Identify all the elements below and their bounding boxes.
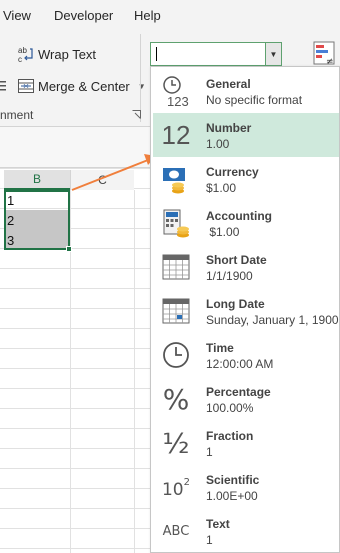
tab-view[interactable]: View — [3, 8, 31, 23]
format-name: General — [206, 77, 251, 91]
fraction-glyph: ½ — [162, 426, 190, 460]
clock-icon — [161, 339, 191, 371]
fill-handle[interactable] — [66, 246, 72, 252]
format-currency[interactable]: Currency $1.00 — [153, 157, 339, 201]
svg-text:ab: ab — [18, 46, 27, 55]
selection-range — [4, 190, 70, 250]
alignment-group-label: nment — [0, 108, 34, 122]
ribbon-group-divider — [140, 34, 141, 122]
tab-help[interactable]: Help — [134, 8, 161, 23]
format-name: Time — [206, 341, 234, 355]
number-format-dropdown: 123 General No specific format 12 Number… — [150, 66, 340, 553]
column-header-b[interactable]: B — [4, 170, 70, 190]
conditional-formatting-icon[interactable]: ≠ — [312, 40, 336, 68]
ribbon-tabs: View Developer Help — [0, 0, 340, 32]
column-gridline — [70, 190, 71, 553]
long-date-calendar-icon — [161, 295, 191, 327]
fraction-half-icon: ½ — [161, 426, 191, 460]
align-left-fragment — [0, 74, 10, 98]
merge-center-button[interactable]: Merge & Center ▼ — [18, 74, 146, 98]
format-sample: 1.00 — [206, 137, 230, 151]
column-gridline — [134, 190, 135, 553]
format-general[interactable]: 123 General No specific format — [153, 69, 339, 113]
wrap-text-icon: ab c — [18, 46, 33, 63]
format-sample: 1 — [206, 533, 213, 547]
svg-text:c: c — [18, 55, 22, 63]
format-sample: $1.00 — [206, 225, 240, 239]
format-fraction[interactable]: ½ Fraction 1 — [153, 421, 339, 465]
align-lines-icon — [0, 81, 6, 91]
format-name: Number — [206, 121, 252, 135]
format-sample: 1 — [206, 445, 213, 459]
tab-developer[interactable]: Developer — [54, 8, 113, 23]
percent-glyph: % — [162, 382, 190, 416]
number-glyph: 12 — [161, 119, 191, 150]
chevron-down-icon[interactable]: ▼ — [265, 43, 281, 65]
number-format-combo[interactable]: ▼ — [150, 42, 282, 66]
format-name: Accounting — [206, 209, 272, 223]
column-header-c[interactable]: C — [70, 170, 134, 190]
format-name: Short Date — [206, 253, 267, 267]
currency-icon — [161, 163, 191, 195]
general-digits-text: 123 — [167, 94, 189, 107]
chevron-down-icon[interactable]: ▼ — [138, 82, 146, 91]
format-long-date[interactable]: Long Date Sunday, January 1, 1900 — [153, 289, 339, 333]
abc-text-icon: ABC — [161, 515, 191, 547]
scientific-base-glyph: 10 — [161, 480, 184, 500]
format-number[interactable]: 12 Number 1.00 — [153, 113, 339, 157]
scientific-10-squared-icon: 10 2 — [161, 471, 191, 503]
format-sample: 12:00:00 AM — [206, 357, 274, 371]
formula-bar-area — [0, 126, 160, 168]
format-name: Currency — [206, 165, 259, 179]
number-12-icon: 12 — [161, 119, 191, 151]
format-sample: 1.00E+00 — [206, 489, 258, 503]
clock-123-icon: 123 — [161, 75, 191, 107]
merge-center-icon — [18, 79, 34, 93]
format-sample: 1/1/1900 — [206, 269, 253, 283]
wrap-text-button[interactable]: ab c Wrap Text — [18, 42, 96, 66]
format-sample: Sunday, January 1, 1900 — [206, 313, 339, 327]
text-glyph: ABC — [162, 523, 190, 539]
merge-center-label: Merge & Center — [38, 78, 130, 94]
format-short-date[interactable]: Short Date 1/1/1900 — [153, 245, 339, 289]
scientific-exp-glyph: 2 — [183, 476, 190, 488]
format-name: Long Date — [206, 297, 265, 311]
format-sample: No specific format — [206, 93, 303, 107]
dialog-launcher-icon[interactable] — [132, 110, 141, 119]
format-sample: 100.00% — [206, 401, 254, 415]
format-accounting[interactable]: Accounting $1.00 — [153, 201, 339, 245]
short-date-calendar-icon — [161, 251, 191, 283]
format-time[interactable]: Time 12:00:00 AM — [153, 333, 339, 377]
format-scientific[interactable]: 10 2 Scientific 1.00E+00 — [153, 465, 339, 509]
format-name: Scientific — [206, 473, 260, 487]
format-percentage[interactable]: % Percentage 100.00% — [153, 377, 339, 421]
format-name: Percentage — [206, 385, 271, 399]
accounting-icon — [161, 207, 191, 239]
format-name: Fraction — [206, 429, 254, 443]
text-cursor — [156, 47, 157, 61]
format-sample: $1.00 — [206, 181, 237, 195]
format-name: Text — [206, 517, 230, 531]
wrap-text-label: Wrap Text — [38, 46, 97, 62]
percent-icon: % — [161, 382, 191, 416]
format-text[interactable]: ABC Text 1 — [153, 509, 339, 553]
